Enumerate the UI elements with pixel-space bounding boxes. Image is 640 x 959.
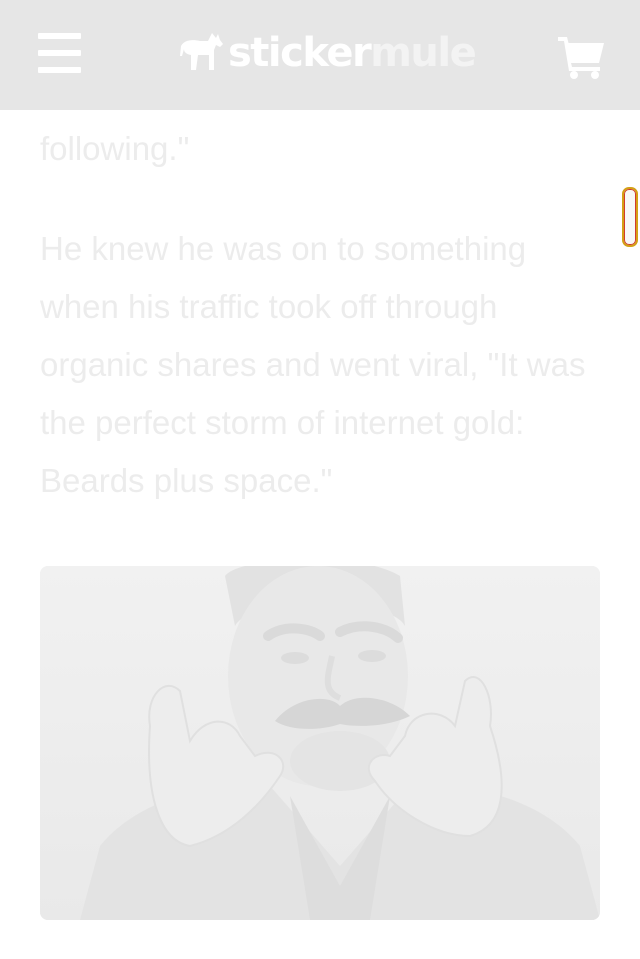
mule-logo-icon	[178, 30, 224, 77]
stickermule-logo[interactable]: sticker mule	[178, 28, 477, 78]
shopping-cart-icon[interactable]	[556, 34, 606, 80]
article-paragraph: He knew he was on to something when his …	[40, 230, 586, 499]
logo-text-mule: mule	[370, 30, 477, 76]
scrollbar-thumb[interactable]	[622, 187, 638, 247]
article-body: Tuesday's "Blogs you should be following…	[40, 62, 610, 552]
site-header: sticker mule	[0, 0, 640, 110]
logo-text-sticker: sticker	[228, 30, 372, 76]
page: sticker mule Tuesday's "Blogs you should…	[0, 0, 640, 959]
article-photo	[40, 566, 600, 920]
hamburger-menu-icon[interactable]	[30, 26, 88, 80]
